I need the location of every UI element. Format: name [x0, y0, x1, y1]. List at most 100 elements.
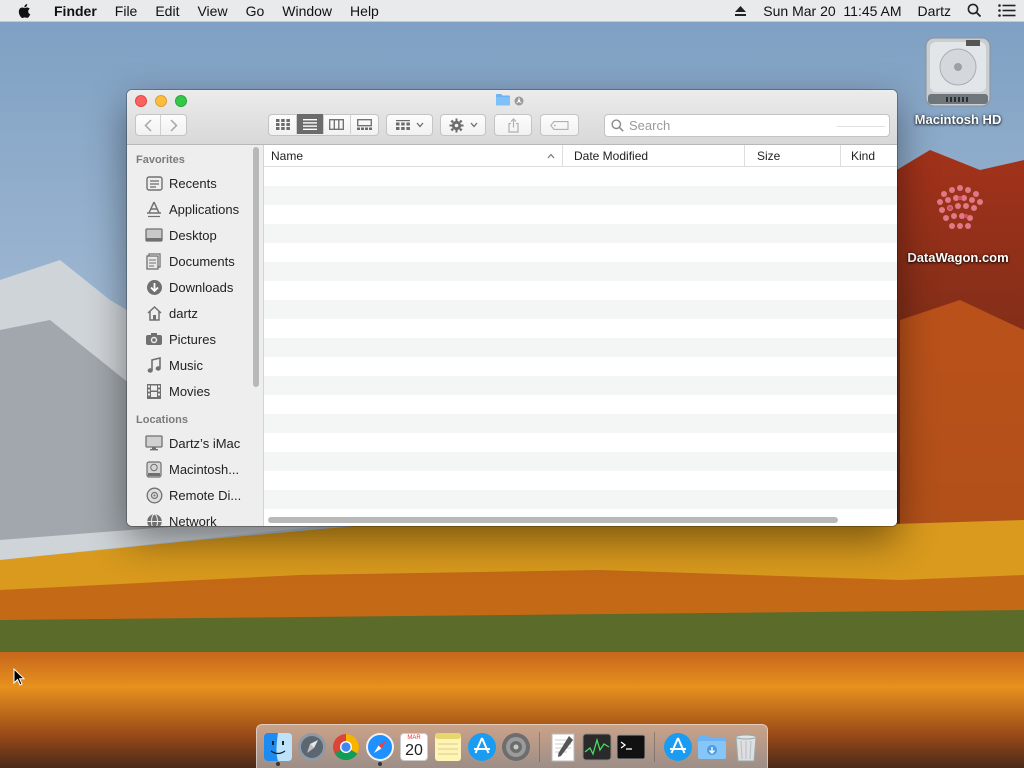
search-field-resize-line [837, 126, 885, 127]
list-view-button[interactable] [296, 114, 324, 134]
spotlight-icon[interactable] [959, 0, 990, 22]
sidebar-section-locations: Locations [136, 414, 188, 426]
sidebar-item-label: Applications [169, 201, 240, 217]
desktop-icon-label: DataWagon.com [907, 250, 1009, 265]
list-row [264, 414, 897, 433]
hard-drive-icon [898, 34, 1018, 110]
menu-app-name[interactable]: Finder [48, 0, 106, 22]
column-label: Size [757, 148, 781, 163]
dock-textedit[interactable] [546, 727, 580, 767]
launchpad-icon [298, 732, 326, 761]
sidebar-item-imac[interactable]: Dartz’s iMac [127, 430, 263, 456]
chevron-down-icon [470, 122, 477, 128]
sort-ascending-icon [547, 153, 555, 158]
sidebar-item-desktop[interactable]: Desktop [127, 222, 263, 248]
safari-icon [366, 732, 394, 761]
dock-launchpad[interactable] [295, 727, 329, 767]
dock-finder[interactable] [261, 727, 295, 767]
menu-edit[interactable]: Edit [146, 0, 188, 22]
minimize-button[interactable] [155, 95, 167, 107]
sidebar-item-remote-disc[interactable]: Remote Di... [127, 482, 263, 508]
column-header-name[interactable]: Name [264, 145, 563, 167]
downloads-folder-icon [698, 735, 726, 759]
music-icon [144, 356, 164, 374]
notification-center-icon[interactable] [990, 0, 1024, 22]
dock-trash[interactable] [729, 727, 763, 767]
zoom-button[interactable] [175, 95, 187, 107]
sidebar-item-documents[interactable]: Documents [127, 248, 263, 274]
list-row [264, 338, 897, 357]
search-input[interactable] [629, 118, 849, 133]
imac-icon [144, 434, 164, 452]
sidebar-item-movies[interactable]: Movies [127, 378, 263, 404]
list-row [264, 452, 897, 471]
list-row [264, 471, 897, 490]
folder-icon [495, 93, 511, 109]
column-header-size[interactable]: Size [745, 145, 841, 167]
desktop-icon-macintosh-hd[interactable]: Macintosh HD [898, 34, 1018, 127]
sidebar-item-label: Downloads [169, 279, 234, 295]
icon-view-button[interactable] [270, 114, 297, 134]
sidebar-item-label: Network [169, 513, 217, 527]
system-preferences-icon [502, 732, 530, 761]
sidebar-item-home[interactable]: dartz [127, 300, 263, 326]
sidebar-item-label: Movies [169, 383, 211, 399]
sidebar-item-network[interactable]: Network [127, 508, 263, 526]
list-row [264, 262, 897, 281]
column-label: Name [271, 148, 304, 163]
dock-activity-monitor[interactable] [580, 727, 614, 767]
menu-file[interactable]: File [106, 0, 147, 22]
share-button[interactable] [494, 114, 532, 136]
sidebar-scrollbar[interactable] [253, 147, 259, 387]
menu-window[interactable]: Window [273, 0, 341, 22]
remote-disc-icon [144, 486, 164, 504]
eject-icon[interactable] [726, 0, 755, 22]
list-row [264, 186, 897, 205]
sidebar-item-downloads[interactable]: Downloads [127, 274, 263, 300]
sidebar-item-recents[interactable]: Recents [127, 170, 263, 196]
list-row [264, 205, 897, 224]
column-header-date-modified[interactable]: Date Modified [563, 145, 745, 167]
menu-view[interactable]: View [188, 0, 236, 22]
dock-notes[interactable] [431, 727, 465, 767]
dock-terminal[interactable] [614, 727, 648, 767]
column-view-button[interactable] [324, 114, 351, 134]
sidebar-item-macintosh-hd[interactable]: Macintosh... [127, 456, 263, 482]
search-field[interactable] [604, 114, 890, 137]
list-row [264, 243, 897, 262]
arrange-button[interactable] [386, 114, 433, 136]
dock-calendar[interactable]: MAR 20 [397, 727, 431, 767]
forward-button[interactable] [161, 115, 186, 135]
notes-icon [435, 732, 461, 761]
dock-system-preferences[interactable] [499, 727, 533, 767]
desktop-icon-label: Macintosh HD [914, 112, 1002, 127]
desktop-icon-datawagon[interactable]: DataWagon.com [898, 172, 1018, 265]
menu-go[interactable]: Go [237, 0, 274, 22]
back-button[interactable] [136, 115, 162, 135]
gallery-view-button[interactable] [351, 114, 378, 134]
action-button[interactable] [440, 114, 486, 136]
tags-button[interactable] [540, 114, 579, 136]
dock-chrome[interactable] [329, 727, 363, 767]
gear-icon [449, 118, 463, 132]
sidebar-item-pictures[interactable]: Pictures [127, 326, 263, 352]
close-button[interactable] [135, 95, 147, 107]
dock-app-store[interactable] [465, 727, 499, 767]
list-rows [264, 167, 897, 509]
window-title [495, 93, 524, 109]
dock-app-store-2[interactable] [661, 727, 695, 767]
menu-help[interactable]: Help [341, 0, 388, 22]
view-mode-control [268, 114, 379, 136]
dock-downloads-folder[interactable] [695, 727, 729, 767]
horizontal-scrollbar[interactable] [268, 517, 838, 523]
menubar-user[interactable]: Dartz [910, 0, 959, 22]
menubar-clock[interactable]: Sun Mar 20 11:45 AM [755, 0, 909, 22]
sidebar: Favorites Recents Applications Desktop D… [127, 145, 264, 526]
apple-menu-icon[interactable] [0, 0, 48, 22]
sidebar-item-music[interactable]: Music [127, 352, 263, 378]
sidebar-item-applications[interactable]: Applications [127, 196, 263, 222]
dock-safari[interactable] [363, 727, 397, 767]
dock-separator [539, 731, 540, 762]
column-header-kind[interactable]: Kind [841, 145, 897, 167]
window-titlebar[interactable] [127, 90, 897, 145]
